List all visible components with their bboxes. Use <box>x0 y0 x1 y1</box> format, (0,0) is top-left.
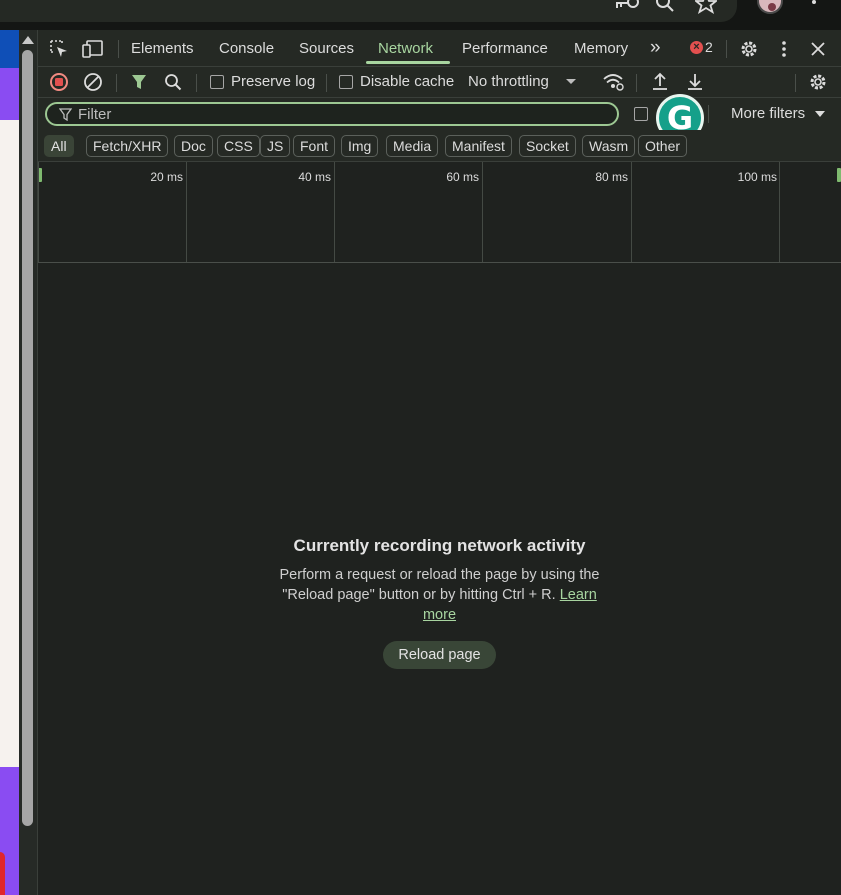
tab-sources[interactable]: Sources <box>299 40 354 57</box>
profile-avatar[interactable] <box>757 0 783 14</box>
filter-toggle-icon[interactable] <box>128 71 150 93</box>
type-filter-css[interactable]: CSS <box>217 135 260 157</box>
chrome-menu-icon[interactable] <box>807 0 821 14</box>
type-filter-manifest[interactable]: Manifest <box>445 135 512 157</box>
type-filter-media[interactable]: Media <box>386 135 439 157</box>
throttling-select[interactable]: No throttling <box>468 73 577 90</box>
recording-empty-state: Currently recording network activity Per… <box>38 536 841 669</box>
preserve-log-checkbox[interactable] <box>210 74 224 89</box>
timeline-tick: 100 ms <box>737 170 777 184</box>
zoom-icon[interactable] <box>655 0 675 14</box>
type-filter-font[interactable]: Font <box>293 135 336 157</box>
tab-network[interactable]: Network <box>378 40 433 57</box>
type-filter-fetch-xhr[interactable]: Fetch/XHR <box>86 135 169 157</box>
devtools-panel: Elements Console Sources Network Perform… <box>38 30 841 895</box>
invert-checkbox[interactable] <box>634 107 648 121</box>
type-filter-img[interactable]: Img <box>341 135 379 157</box>
resource-type-filters: All Fetch/XHR Doc CSS JS Font Img Media … <box>38 130 841 162</box>
chevron-down-icon <box>815 111 826 117</box>
kebab-menu-icon[interactable] <box>773 38 795 60</box>
page-content-strip <box>0 30 19 895</box>
close-devtools-icon[interactable] <box>807 38 829 60</box>
empty-state-title: Currently recording network activity <box>293 536 586 555</box>
timeline-tick: 20 ms <box>150 170 183 184</box>
chevron-down-icon <box>565 78 576 84</box>
error-icon: × <box>690 40 703 54</box>
type-filter-doc[interactable]: Doc <box>174 135 213 157</box>
device-toolbar-icon[interactable] <box>82 38 104 60</box>
timeline-tick: 40 ms <box>298 170 331 184</box>
filter-input[interactable]: Filter <box>45 102 619 126</box>
funnel-icon <box>59 107 72 121</box>
empty-state-text: Perform a request or reload the page by … <box>279 567 600 603</box>
empty-state-description: Perform a request or reload the page by … <box>280 565 600 625</box>
tab-separator <box>118 40 119 58</box>
filter-placeholder: Filter <box>78 105 112 123</box>
tab-elements[interactable]: Elements <box>131 40 194 57</box>
tab-console[interactable]: Console <box>219 40 274 57</box>
error-count-badge[interactable]: × 2 <box>690 39 713 55</box>
browser-toolbar <box>0 0 841 30</box>
password-key-icon[interactable] <box>614 0 640 14</box>
timeline-tick: 60 ms <box>446 170 479 184</box>
settings-gear-icon[interactable] <box>738 38 760 60</box>
disable-cache-label: Disable cache <box>360 73 455 90</box>
timeline-tick: 80 ms <box>595 170 628 184</box>
devtools-tabbar: Elements Console Sources Network Perform… <box>38 30 841 67</box>
export-har-icon[interactable] <box>684 71 706 93</box>
stop-recording-icon[interactable] <box>48 71 70 93</box>
timeline-right-handle[interactable] <box>837 168 841 182</box>
tab-performance[interactable]: Performance <box>462 40 548 57</box>
type-filter-all[interactable]: All <box>44 135 74 157</box>
more-tabs-icon[interactable]: » <box>650 37 661 59</box>
type-filter-socket[interactable]: Socket <box>519 135 576 157</box>
type-filter-other[interactable]: Other <box>638 135 688 157</box>
type-filter-wasm[interactable]: Wasm <box>582 135 636 157</box>
search-icon[interactable] <box>162 71 184 93</box>
more-filters-label: More filters <box>731 105 806 122</box>
error-count: 2 <box>705 39 713 55</box>
scrollbar-thumb[interactable] <box>22 50 33 826</box>
type-filter-js[interactable]: JS <box>260 135 291 157</box>
throttling-value: No throttling <box>468 73 549 90</box>
clear-icon[interactable] <box>82 71 104 93</box>
network-overview-timeline[interactable]: 20 ms 40 ms 60 ms 80 ms 100 ms <box>38 162 841 263</box>
preserve-log-toggle[interactable]: Preserve log <box>210 73 315 90</box>
reload-page-button[interactable]: Reload page <box>383 641 496 669</box>
scroll-up-icon[interactable] <box>22 36 34 44</box>
more-filters-dropdown[interactable]: More filters <box>731 105 826 122</box>
active-tab-indicator <box>366 61 450 64</box>
bookmark-star-icon[interactable] <box>695 0 717 14</box>
network-toolbar: Preserve log Disable cache No throttling <box>38 67 841 98</box>
import-har-icon[interactable] <box>649 71 671 93</box>
page-scrollbar[interactable] <box>19 30 38 895</box>
tab-memory[interactable]: Memory <box>574 40 628 57</box>
disable-cache-checkbox[interactable] <box>339 74 353 89</box>
tab-separator <box>726 40 727 58</box>
network-conditions-icon[interactable] <box>602 71 624 93</box>
disable-cache-toggle[interactable]: Disable cache <box>339 73 454 90</box>
inspect-element-icon[interactable] <box>48 38 70 60</box>
filter-bar: Filter G More filters <box>38 94 841 142</box>
preserve-log-label: Preserve log <box>231 73 316 90</box>
network-settings-icon[interactable] <box>807 71 829 93</box>
